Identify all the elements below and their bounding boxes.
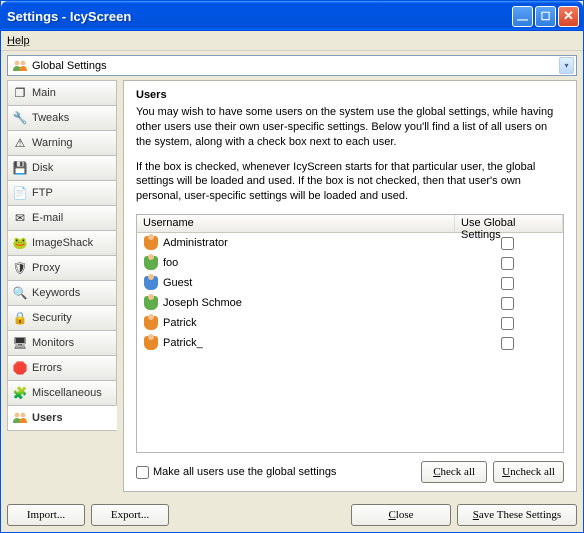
list-item[interactable]: Administrator [137,233,563,253]
search-icon: 🔍 [12,285,28,301]
sidebar-item-users[interactable]: Users [7,405,117,431]
list-body: Administrator foo Guest Joseph Schmoe Pa… [137,233,563,452]
uncheck-all-button[interactable]: Uncheck all [493,461,564,483]
user-icon [143,235,159,251]
list-item[interactable]: foo [137,253,563,273]
sidebar: ❐Main 🔧Tweaks ⚠Warning 💾Disk 📄FTP ✉E-mai… [7,80,117,492]
monitor-icon: 🖥 [12,335,28,351]
window-buttons: — ☐ ✕ [512,6,579,27]
check-all-button[interactable]: Check all [421,461,487,483]
col-username[interactable]: Username [137,215,455,232]
proxy-icon: 🛡 [12,260,28,276]
minimize-button[interactable]: — [512,6,533,27]
panel-text-2: If the box is checked, whenever IcyScree… [136,160,564,205]
user-icon [143,335,159,351]
menu-help[interactable]: Help [7,35,30,47]
sidebar-item-warning[interactable]: ⚠Warning [7,130,117,156]
lock-icon: 🔒 [12,310,28,326]
sidebar-item-keywords[interactable]: 🔍Keywords [7,280,117,306]
list-item[interactable]: Patrick [137,313,563,333]
user-icon [143,255,159,271]
make-all-checkbox-label[interactable]: Make all users use the global settings [136,466,336,479]
users-list: Username Use Global Settings Administrat… [136,214,564,453]
save-settings-button[interactable]: Save These Settings [457,504,577,526]
useglobal-checkbox[interactable] [501,237,514,250]
error-icon: 🛑 [12,360,28,376]
users-icon [12,410,28,426]
useglobal-checkbox[interactable] [501,317,514,330]
useglobal-checkbox[interactable] [501,257,514,270]
export-button[interactable]: Export... [91,504,169,526]
chevron-down-icon[interactable]: ▾ [559,57,574,74]
global-settings-dropdown[interactable]: Global Settings ▾ [7,55,577,76]
window-footer: Import... Export... Close Save These Set… [1,498,583,532]
user-icon [143,315,159,331]
menubar: Help [1,31,583,51]
sidebar-item-proxy[interactable]: 🛡Proxy [7,255,117,281]
warning-icon: ⚠ [12,135,28,151]
close-window-button[interactable]: Close [351,504,451,526]
make-all-checkbox[interactable] [136,466,149,479]
sidebar-item-disk[interactable]: 💾Disk [7,155,117,181]
useglobal-checkbox[interactable] [501,297,514,310]
sidebar-item-monitors[interactable]: 🖥Monitors [7,330,117,356]
disk-icon: 💾 [12,160,28,176]
sidebar-item-main[interactable]: ❐Main [7,80,117,106]
panel-heading: Users [136,89,564,101]
imageshack-icon: 🐸 [12,235,28,251]
sidebar-item-errors[interactable]: 🛑Errors [7,355,117,381]
list-item[interactable]: Joseph Schmoe [137,293,563,313]
panel-footer: Make all users use the global settings C… [136,453,564,483]
sidebar-item-email[interactable]: ✉E-mail [7,205,117,231]
sidebar-item-ftp[interactable]: 📄FTP [7,180,117,206]
maximize-button[interactable]: ☐ [535,6,556,27]
user-icon [143,275,159,291]
dropdown-text: Global Settings [32,60,559,72]
misc-icon: 🧩 [12,385,28,401]
useglobal-checkbox[interactable] [501,337,514,350]
useglobal-checkbox[interactable] [501,277,514,290]
import-button[interactable]: Import... [7,504,85,526]
sidebar-item-security[interactable]: 🔒Security [7,305,117,331]
list-header: Username Use Global Settings [137,215,563,233]
content-panel: Users You may wish to have some users on… [123,80,577,492]
window-icon: ❐ [12,85,28,101]
sidebar-item-imageshack[interactable]: 🐸ImageShack [7,230,117,256]
sidebar-item-tweaks[interactable]: 🔧Tweaks [7,105,117,131]
mail-icon: ✉ [12,210,28,226]
sidebar-item-misc[interactable]: 🧩Miscellaneous [7,380,117,406]
wrench-icon: 🔧 [12,110,28,126]
ftp-icon: 📄 [12,185,28,201]
titlebar[interactable]: Settings - IcyScreen — ☐ ✕ [1,1,583,31]
window: Settings - IcyScreen — ☐ ✕ Help Global S… [0,0,584,533]
col-useglobal[interactable]: Use Global Settings [455,215,563,232]
users-icon [12,58,28,74]
list-item[interactable]: Guest [137,273,563,293]
user-icon [143,295,159,311]
close-button[interactable]: ✕ [558,6,579,27]
window-title: Settings - IcyScreen [7,9,512,24]
list-item[interactable]: Patrick_ [137,333,563,353]
panel-text-1: You may wish to have some users on the s… [136,105,564,150]
